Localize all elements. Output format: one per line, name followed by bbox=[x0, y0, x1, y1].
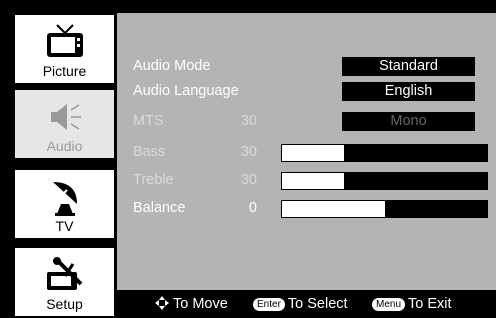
bass-value: 30 bbox=[240, 144, 257, 160]
treble-label: Treble bbox=[133, 172, 174, 188]
mts-number: 30 bbox=[240, 113, 257, 129]
osd-screen: Picture Audio TV Setup Audio Mode Standa… bbox=[0, 0, 496, 318]
move-hint: To Move bbox=[155, 296, 228, 312]
bass-slider[interactable] bbox=[281, 144, 488, 162]
menu-key-icon: Menu bbox=[372, 298, 406, 311]
mts-label: MTS bbox=[133, 113, 164, 129]
sidebar-item-tv[interactable]: TV bbox=[13, 168, 116, 240]
balance-slider-fill bbox=[282, 201, 385, 217]
exit-hint-text: To Exit bbox=[408, 296, 452, 312]
bass-label: Bass bbox=[133, 144, 166, 160]
treble-slider-fill bbox=[282, 173, 344, 189]
audio-language-row[interactable]: Audio Language English bbox=[117, 81, 496, 103]
enter-key-icon: Enter bbox=[253, 298, 285, 311]
audio-language-select[interactable]: English bbox=[342, 82, 475, 101]
balance-label: Balance bbox=[133, 200, 186, 216]
audio-mode-label: Audio Mode bbox=[133, 58, 211, 74]
mts-row: MTS 30 Mono bbox=[117, 111, 496, 133]
move-hint-text: To Move bbox=[173, 296, 228, 312]
balance-slider[interactable] bbox=[281, 200, 488, 218]
balance-row[interactable]: Balance 0 bbox=[117, 198, 496, 220]
dpad-icon bbox=[155, 296, 169, 310]
audio-language-label: Audio Language bbox=[133, 83, 239, 99]
treble-slider[interactable] bbox=[281, 172, 488, 190]
select-hint: Enter To Select bbox=[253, 296, 348, 312]
sidebar-item-label: TV bbox=[55, 218, 74, 234]
audio-settings-panel: Audio Mode Standard Audio Language Engli… bbox=[117, 13, 496, 290]
tv-icon bbox=[46, 24, 83, 57]
sidebar-item-picture[interactable]: Picture bbox=[13, 13, 116, 85]
audio-mode-select[interactable]: Standard bbox=[342, 57, 475, 76]
satellite-dish-icon bbox=[52, 182, 77, 216]
sidebar-item-label: Picture bbox=[42, 63, 87, 79]
mts-select: Mono bbox=[342, 112, 475, 131]
bass-slider-fill bbox=[282, 145, 344, 161]
footer-hints: To Move Enter To Select Menu To Exit bbox=[117, 290, 496, 318]
speaker-icon bbox=[50, 104, 81, 130]
wrench-screwdriver-icon bbox=[46, 257, 82, 290]
bass-row[interactable]: Bass 30 bbox=[117, 142, 496, 164]
audio-mode-row[interactable]: Audio Mode Standard bbox=[117, 56, 496, 78]
sidebar-item-label: Setup bbox=[46, 296, 83, 312]
sidebar-item-setup[interactable]: Setup bbox=[13, 246, 116, 318]
sidebar-item-audio[interactable]: Audio bbox=[13, 88, 116, 160]
sidebar-item-label: Audio bbox=[46, 138, 83, 154]
exit-hint: Menu To Exit bbox=[372, 296, 452, 312]
sidebar: Picture Audio TV Setup bbox=[13, 13, 116, 318]
treble-value: 30 bbox=[240, 172, 257, 188]
select-hint-text: To Select bbox=[287, 296, 348, 312]
treble-row[interactable]: Treble 30 bbox=[117, 170, 496, 192]
balance-value: 0 bbox=[248, 200, 257, 216]
